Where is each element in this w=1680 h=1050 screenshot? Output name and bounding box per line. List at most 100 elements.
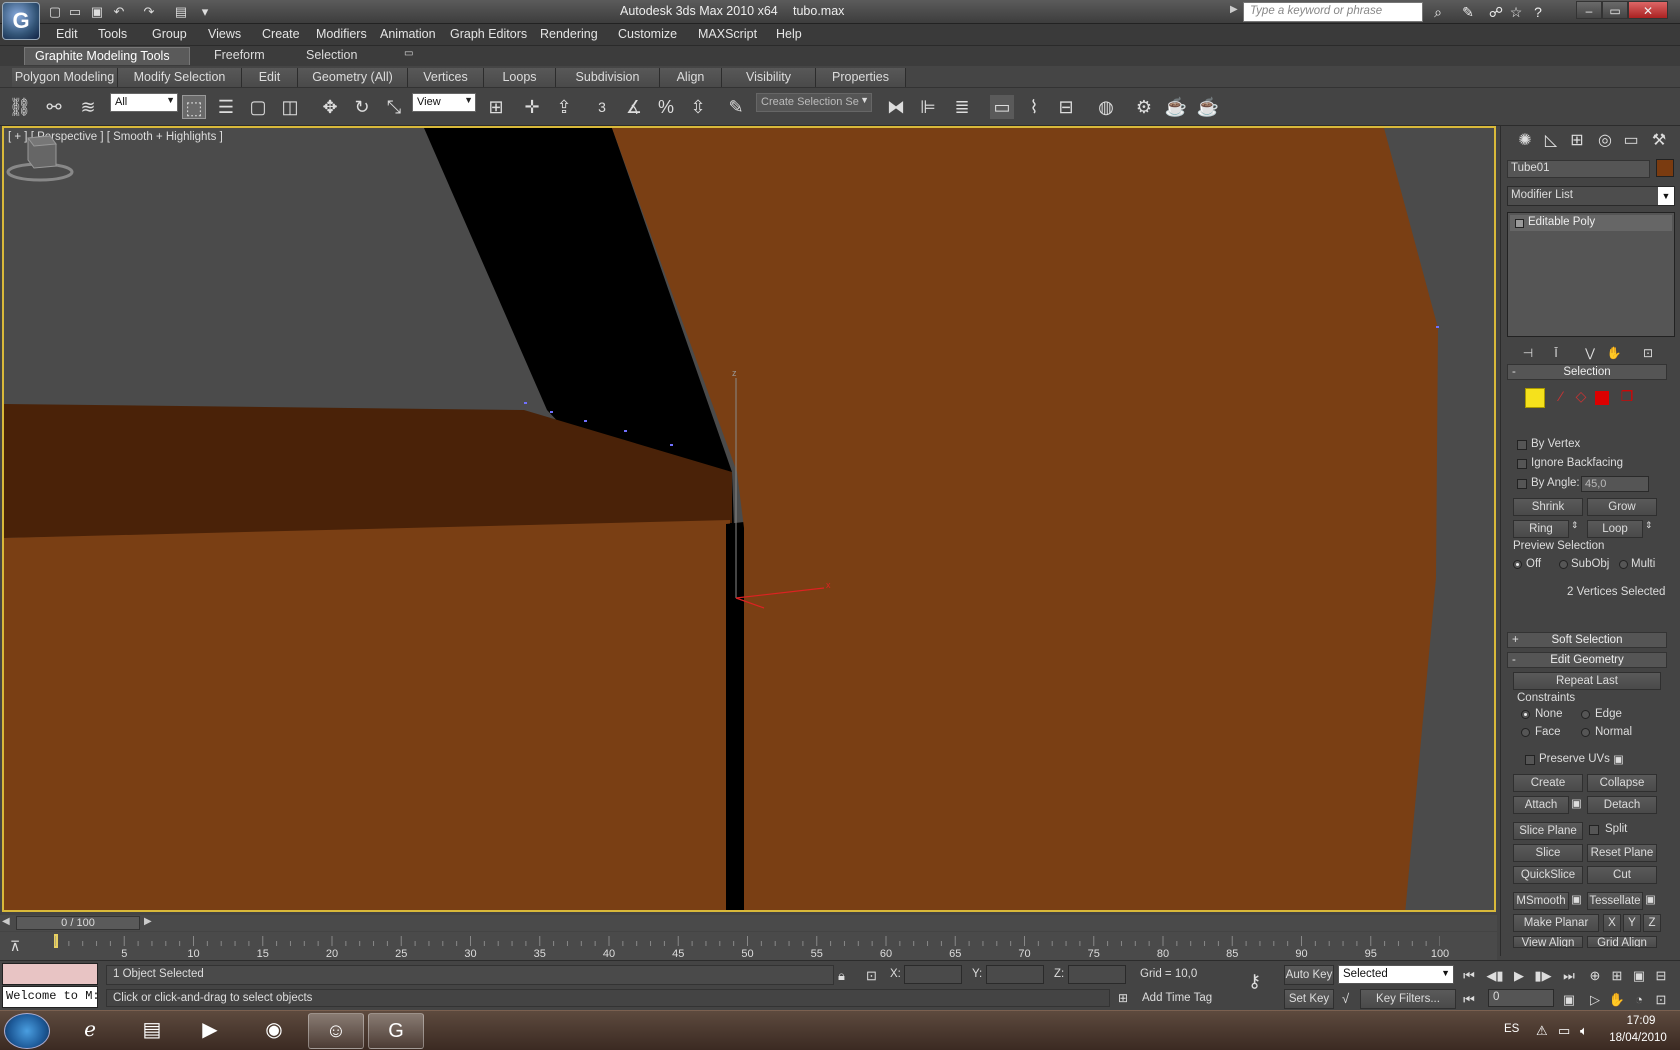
- y-coord-field[interactable]: [986, 965, 1044, 984]
- grow-button[interactable]: Grow: [1587, 498, 1657, 516]
- minimize-button[interactable]: –: [1576, 1, 1602, 19]
- rendered-frame-window-icon[interactable]: ☕: [1164, 95, 1188, 119]
- grid-align-button[interactable]: Grid Align: [1587, 936, 1657, 948]
- percent-snap-icon[interactable]: %: [654, 95, 678, 119]
- modify-tab-icon[interactable]: ◺: [1539, 130, 1563, 152]
- reset-plane-button[interactable]: Reset Plane: [1587, 844, 1657, 862]
- select-object-icon[interactable]: ⬚: [182, 95, 206, 119]
- maxscript-mini-listener[interactable]: [2, 963, 98, 985]
- spinner-snap-icon[interactable]: ⇳: [686, 95, 710, 119]
- select-and-manipulate-icon[interactable]: ✛: [520, 95, 544, 119]
- 3dsmax-taskbar-icon[interactable]: G: [368, 1013, 424, 1049]
- lock-selection-icon[interactable]: 🔒︎: [838, 968, 845, 984]
- zoom-extents-icon[interactable]: ▣: [1628, 967, 1650, 985]
- next-frame-icon[interactable]: ▮▶: [1532, 967, 1554, 985]
- menu-graph-editors[interactable]: Graph Editors: [450, 27, 527, 41]
- key-filters-button[interactable]: Key Filters...: [1360, 989, 1456, 1009]
- add-time-tag[interactable]: Add Time Tag: [1142, 992, 1212, 1004]
- select-and-scale-icon[interactable]: ⤡: [382, 95, 406, 119]
- start-button[interactable]: [4, 1013, 50, 1049]
- reference-coordinate-dropdown[interactable]: View ▼: [412, 93, 476, 112]
- panel-edit[interactable]: Edit: [242, 68, 298, 87]
- zoom-icon[interactable]: ⊕: [1584, 967, 1606, 985]
- loop-spinner-icon[interactable]: ⇕: [1645, 520, 1653, 531]
- planar-z-button[interactable]: Z: [1643, 914, 1661, 932]
- field-of-view-icon[interactable]: ▷: [1584, 991, 1606, 1009]
- panel-visibility[interactable]: Visibility: [722, 68, 816, 87]
- attach-button[interactable]: Attach: [1513, 796, 1569, 814]
- pan-view-icon[interactable]: ✋: [1606, 991, 1628, 1009]
- edge-subobject-icon[interactable]: ⁄: [1551, 388, 1571, 408]
- tray-network-icon[interactable]: ▭: [1558, 1023, 1570, 1039]
- auto-key-button[interactable]: Auto Key: [1284, 965, 1334, 985]
- make-planar-button[interactable]: Make Planar: [1513, 914, 1599, 932]
- preserve-uvs-settings-icon[interactable]: ▣: [1613, 752, 1624, 766]
- snaps-toggle-icon[interactable]: 3: [590, 95, 614, 119]
- render-setup-icon[interactable]: ⚙: [1132, 95, 1156, 119]
- display-tab-icon[interactable]: ▭: [1619, 130, 1643, 152]
- select-and-link-icon[interactable]: ⛓: [8, 95, 32, 119]
- project-folder-icon[interactable]: ▤: [172, 3, 190, 21]
- ring-button[interactable]: Ring: [1513, 520, 1569, 538]
- ribbon-minimize-icon[interactable]: ▭: [394, 47, 423, 65]
- panel-properties[interactable]: Properties: [816, 68, 906, 87]
- keyboard-language[interactable]: ES: [1504, 1023, 1519, 1035]
- angle-snap-icon[interactable]: ∡: [622, 95, 646, 119]
- track-bar[interactable]: ⊼ 5 10 15 20 25 30 35 40 45 50 55 60 65 70 75 80 85 90 95 1…: [0, 932, 1497, 960]
- help-icon[interactable]: ?: [1528, 3, 1548, 21]
- align-icon[interactable]: ⊫: [916, 95, 940, 119]
- graphite-toggle-icon[interactable]: ▭: [990, 95, 1014, 119]
- communication-center-icon[interactable]: ☍: [1486, 3, 1506, 21]
- menu-maxscript[interactable]: MAXScript: [698, 27, 757, 41]
- msmooth-settings-icon[interactable]: ▣: [1571, 892, 1582, 906]
- tab-freeform[interactable]: Freeform: [204, 47, 275, 65]
- maximize-viewport-icon[interactable]: ⊡: [1650, 991, 1672, 1009]
- constraint-face-radio[interactable]: [1521, 728, 1530, 737]
- zoom-extents-all-icon[interactable]: ⊟: [1650, 967, 1672, 985]
- quickslice-button[interactable]: QuickSlice: [1513, 866, 1583, 884]
- clock-date[interactable]: 18/04/2010: [1600, 1032, 1676, 1044]
- ring-spinner-icon[interactable]: ⇕: [1571, 520, 1579, 531]
- search-input[interactable]: Type a keyword or phrase: [1243, 2, 1423, 22]
- time-slider[interactable]: ◀ 0 / 100 ▶: [0, 915, 1497, 931]
- undo-icon[interactable]: ↶: [110, 3, 128, 21]
- utilities-tab-icon[interactable]: ⚒: [1647, 130, 1671, 152]
- planar-y-button[interactable]: Y: [1623, 914, 1641, 932]
- edit-geometry-rollout-header[interactable]: - Edit Geometry: [1507, 652, 1667, 668]
- time-slider-next-icon[interactable]: ▶: [144, 916, 152, 927]
- mini-curve-editor-icon[interactable]: ⊼: [10, 938, 20, 955]
- panel-vertices[interactable]: Vertices: [408, 68, 484, 87]
- slice-plane-button[interactable]: Slice Plane: [1513, 822, 1583, 840]
- menu-modifiers[interactable]: Modifiers: [316, 27, 367, 41]
- go-to-end-icon[interactable]: ⏭: [1558, 967, 1580, 985]
- select-by-name-icon[interactable]: ☰: [214, 95, 238, 119]
- constraint-edge-radio[interactable]: [1581, 710, 1590, 719]
- time-configuration-icon[interactable]: ▣: [1558, 991, 1580, 1009]
- set-key-icon[interactable]: ⚷: [1248, 971, 1261, 992]
- by-vertex-checkbox[interactable]: [1517, 440, 1527, 450]
- object-name-field[interactable]: Tube01: [1507, 160, 1650, 178]
- detach-button[interactable]: Detach: [1587, 796, 1657, 814]
- z-coord-field[interactable]: [1068, 965, 1126, 984]
- vertex-subobject-icon[interactable]: [1525, 388, 1545, 408]
- ignore-backfacing-checkbox[interactable]: [1517, 459, 1527, 469]
- quick-access-dropdown-icon[interactable]: ▾: [196, 3, 214, 21]
- show-end-result-icon[interactable]: Ī: [1547, 344, 1565, 362]
- perspective-viewport[interactable]: [ + ] [ Perspective ] [ Smooth + Highlig…: [2, 126, 1496, 912]
- internet-explorer-icon[interactable]: ℯ: [62, 1013, 118, 1049]
- redo-icon[interactable]: ↷: [140, 3, 158, 21]
- msmooth-button[interactable]: MSmooth: [1513, 892, 1569, 910]
- pivot-center-icon[interactable]: ⊞: [484, 95, 508, 119]
- schematic-view-icon[interactable]: ⊟: [1054, 95, 1078, 119]
- orbit-icon[interactable]: ◔: [1628, 991, 1650, 1009]
- time-tag-icon[interactable]: ⊞: [1118, 991, 1128, 1005]
- tray-update-icon[interactable]: ⚠: [1536, 1023, 1548, 1039]
- panel-modify-selection[interactable]: Modify Selection: [118, 68, 242, 87]
- by-angle-spinner[interactable]: 45,0: [1581, 476, 1649, 492]
- render-production-icon[interactable]: ☕: [1196, 95, 1220, 119]
- panel-polygon-modeling[interactable]: Polygon Modeling: [12, 68, 118, 87]
- border-subobject-icon[interactable]: ◇: [1571, 388, 1591, 408]
- polygon-subobject-icon[interactable]: [1595, 391, 1609, 405]
- menu-views[interactable]: Views: [208, 27, 241, 41]
- slice-button[interactable]: Slice: [1513, 844, 1583, 862]
